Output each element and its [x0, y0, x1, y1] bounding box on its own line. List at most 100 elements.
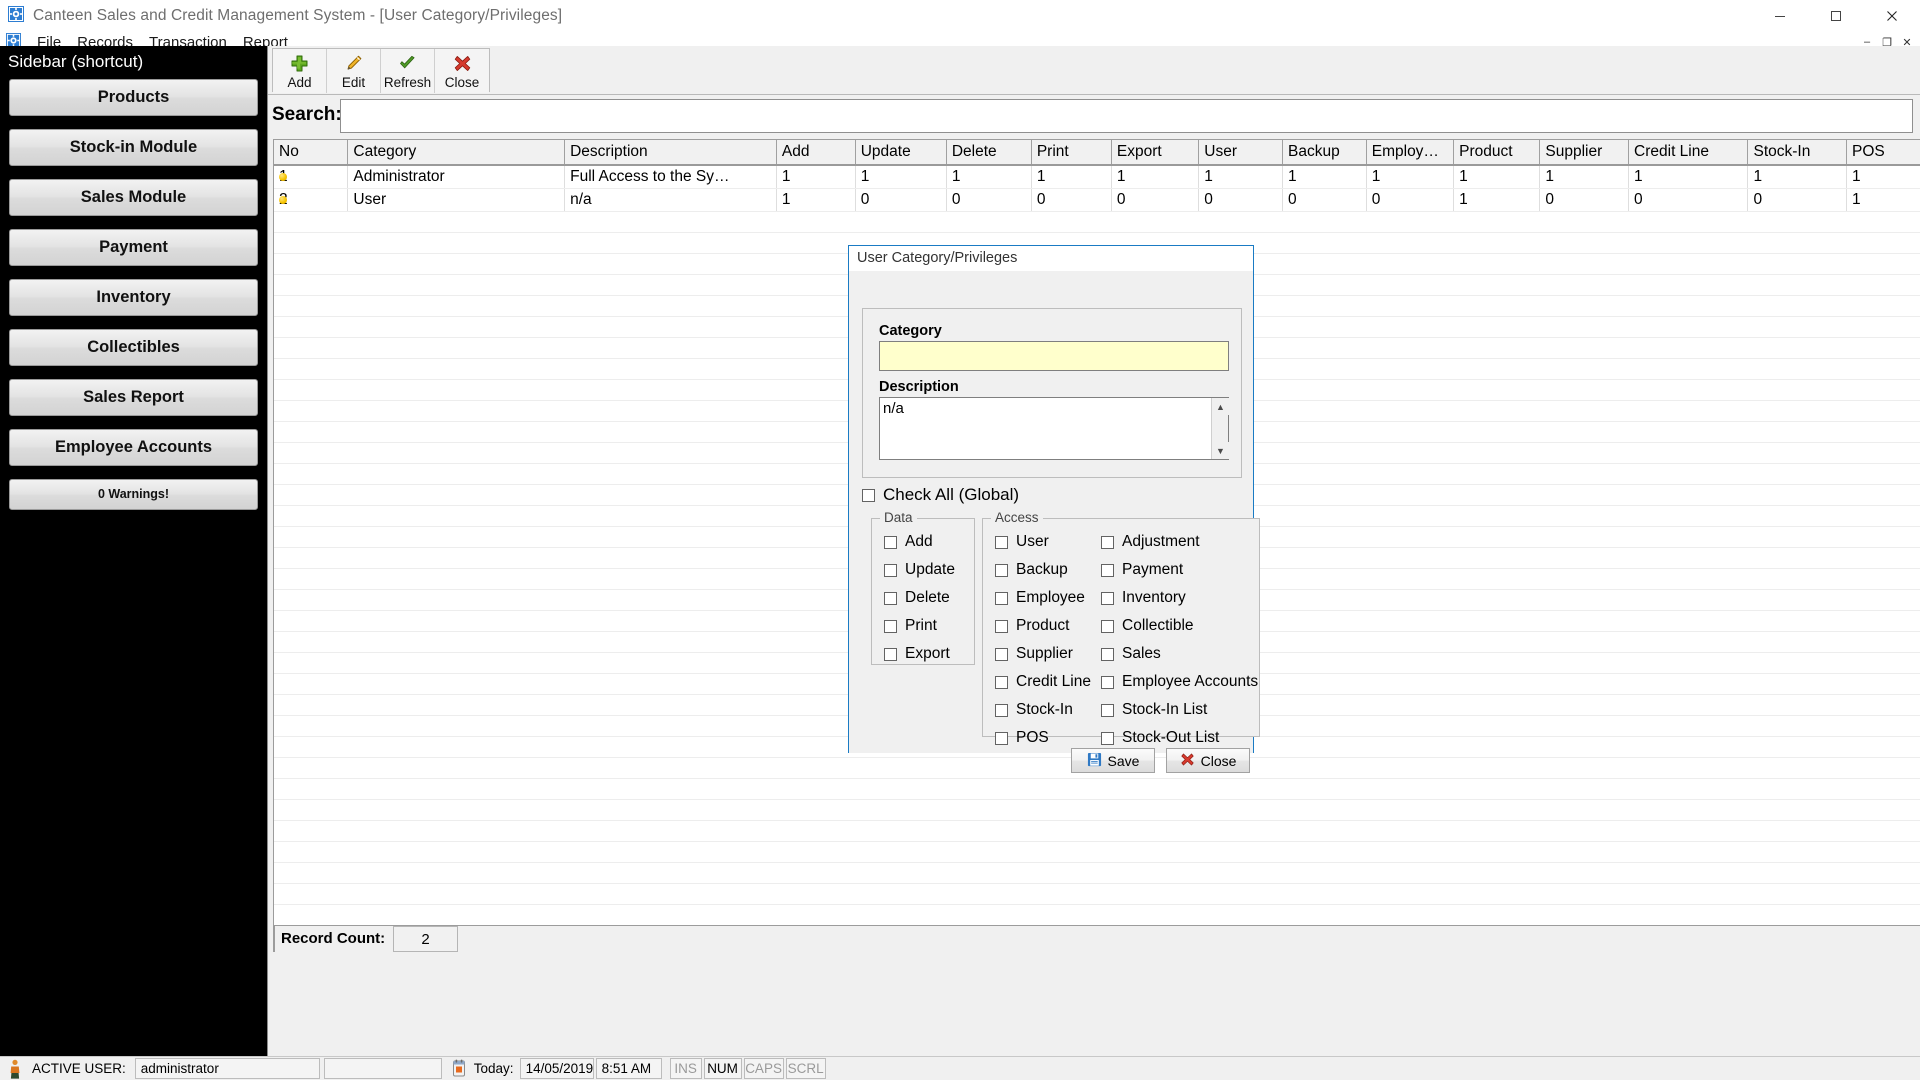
col-header-description[interactable]: Description — [564, 140, 777, 166]
description-label: Description — [879, 379, 959, 395]
scroll-down-icon[interactable]: ▼ — [1212, 442, 1229, 459]
col-header-product[interactable]: Product — [1453, 140, 1541, 166]
checkbox-icon[interactable] — [995, 563, 1008, 577]
sidebar-item-inventory[interactable]: Inventory — [9, 279, 258, 316]
add-button[interactable]: Add — [273, 49, 327, 93]
cell-category: Administrator — [347, 165, 566, 189]
col-header-pos[interactable]: POS — [1846, 140, 1920, 166]
maximize-button[interactable] — [1808, 0, 1864, 32]
sidebar-item-payment[interactable]: Payment — [9, 229, 258, 266]
checkbox-data-delete[interactable]: Delete — [884, 589, 955, 607]
window-controls — [1752, 0, 1920, 32]
search-input[interactable] — [340, 99, 1913, 133]
scroll-up-icon[interactable]: ▲ — [1212, 398, 1229, 415]
col-header-add[interactable]: Add — [776, 140, 856, 166]
sidebar-item-collectibles[interactable]: Collectibles — [9, 329, 258, 366]
cell-backup: 1 — [1282, 165, 1367, 189]
save-button[interactable]: Save — [1071, 748, 1155, 773]
table-row[interactable]: 1 Administrator Full Access to the Sy… 1… — [274, 165, 1920, 189]
checkbox-label: Export — [905, 645, 950, 662]
col-header-supplier[interactable]: Supplier — [1539, 140, 1630, 166]
col-header-print[interactable]: Print — [1031, 140, 1112, 166]
checkbox-icon[interactable] — [884, 591, 897, 605]
checkbox-data-add[interactable]: Add — [884, 533, 955, 551]
checkbox-icon[interactable] — [1101, 675, 1114, 689]
checkbox-access-inventory[interactable]: Inventory — [1101, 589, 1258, 607]
col-header-category[interactable]: Category — [347, 140, 566, 166]
checkbox-access-backup[interactable]: Backup — [995, 561, 1091, 579]
cell-export: 1 — [1111, 165, 1200, 189]
col-header-credit-line[interactable]: Credit Line — [1628, 140, 1749, 166]
col-header-user[interactable]: User — [1198, 140, 1284, 166]
checkbox-label: POS — [1016, 729, 1049, 746]
checkbox-icon[interactable] — [995, 591, 1008, 605]
checkbox-icon[interactable] — [884, 619, 897, 633]
checkbox-access-collectible[interactable]: Collectible — [1101, 617, 1258, 635]
col-header-employee[interactable]: Employ… — [1366, 140, 1455, 166]
col-header-delete[interactable]: Delete — [946, 140, 1032, 166]
title-bar: Canteen Sales and Credit Management Syst… — [0, 0, 1920, 32]
checkbox-icon[interactable] — [1101, 731, 1114, 745]
dialog-button-row: Save Close — [1071, 748, 1250, 773]
close-toolbar-button[interactable]: Close — [435, 49, 489, 93]
checkbox-access-sales[interactable]: Sales — [1101, 645, 1258, 663]
minimize-button[interactable] — [1752, 0, 1808, 32]
table-row[interactable]: 2 User n/a 1 0 0 0 0 0 0 0 1 — [274, 188, 1920, 212]
edit-button[interactable]: Edit — [327, 49, 381, 93]
checkbox-icon[interactable] — [884, 535, 897, 549]
checkbox-access-stock-in[interactable]: Stock-In — [995, 701, 1091, 719]
col-header-update[interactable]: Update — [855, 140, 947, 166]
checkbox-access-employee[interactable]: Employee — [995, 589, 1091, 607]
col-header-backup[interactable]: Backup — [1282, 140, 1367, 166]
checkbox-data-update[interactable]: Update — [884, 561, 955, 579]
col-header-export[interactable]: Export — [1111, 140, 1200, 166]
checkbox-icon[interactable] — [1101, 619, 1114, 633]
dialog-close-button[interactable]: Close — [1166, 748, 1250, 773]
checkbox-label: Stock-In List — [1122, 701, 1208, 718]
checkbox-icon[interactable] — [995, 619, 1008, 633]
col-header-stock-in[interactable]: Stock-In — [1747, 140, 1847, 166]
table-filler-row — [274, 820, 1920, 842]
access-permissions-group: Access User Backup Employee Product Supp… — [982, 510, 1260, 746]
checkbox-access-employee-accounts[interactable]: Employee Accounts — [1101, 673, 1258, 691]
sidebar-item-stock-in-module[interactable]: Stock-in Module — [9, 129, 258, 166]
checkbox-data-print[interactable]: Print — [884, 617, 955, 635]
checkbox-icon[interactable] — [995, 731, 1008, 745]
checkbox-icon[interactable] — [995, 675, 1008, 689]
checkbox-data-export[interactable]: Export — [884, 645, 955, 663]
cell-pos: 1 — [1846, 188, 1920, 212]
check-all-box-icon[interactable] — [862, 488, 875, 502]
checkbox-access-adjustment[interactable]: Adjustment — [1101, 533, 1258, 551]
checkbox-icon[interactable] — [1101, 703, 1114, 717]
checkbox-access-user[interactable]: User — [995, 533, 1091, 551]
col-header-no[interactable]: No — [274, 140, 349, 166]
checkbox-access-pos[interactable]: POS — [995, 729, 1091, 747]
checkbox-icon[interactable] — [1101, 647, 1114, 661]
checkbox-icon[interactable] — [1101, 535, 1114, 549]
checkbox-icon[interactable] — [884, 563, 897, 577]
checkbox-access-product[interactable]: Product — [995, 617, 1091, 635]
checkbox-icon[interactable] — [995, 647, 1008, 661]
description-textarea[interactable]: n/a — [881, 399, 1211, 458]
checkbox-access-supplier[interactable]: Supplier — [995, 645, 1091, 663]
checkbox-icon[interactable] — [995, 703, 1008, 717]
cell-backup: 0 — [1282, 188, 1367, 212]
sidebar-item-products[interactable]: Products — [9, 79, 258, 116]
checkbox-access-stock-in-list[interactable]: Stock-In List — [1101, 701, 1258, 719]
checkbox-icon[interactable] — [995, 535, 1008, 549]
refresh-button[interactable]: Refresh — [381, 49, 435, 93]
checkbox-icon[interactable] — [884, 647, 897, 661]
check-all-global-checkbox[interactable]: Check All (Global) — [862, 485, 1019, 505]
sidebar-item-employee-accounts[interactable]: Employee Accounts — [9, 429, 258, 466]
category-input[interactable] — [879, 341, 1229, 371]
checkbox-icon[interactable] — [1101, 591, 1114, 605]
sidebar-warnings-button[interactable]: 0 Warnings! — [9, 479, 258, 510]
close-button[interactable] — [1864, 0, 1920, 32]
checkbox-access-stock-out-list[interactable]: Stock-Out List — [1101, 729, 1258, 747]
checkbox-icon[interactable] — [1101, 563, 1114, 577]
sidebar-item-sales-module[interactable]: Sales Module — [9, 179, 258, 216]
sidebar-item-sales-report[interactable]: Sales Report — [9, 379, 258, 416]
checkbox-access-credit-line[interactable]: Credit Line — [995, 673, 1091, 691]
checkbox-access-payment[interactable]: Payment — [1101, 561, 1258, 579]
description-scrollbar[interactable]: ▲ ▼ — [1211, 398, 1229, 459]
